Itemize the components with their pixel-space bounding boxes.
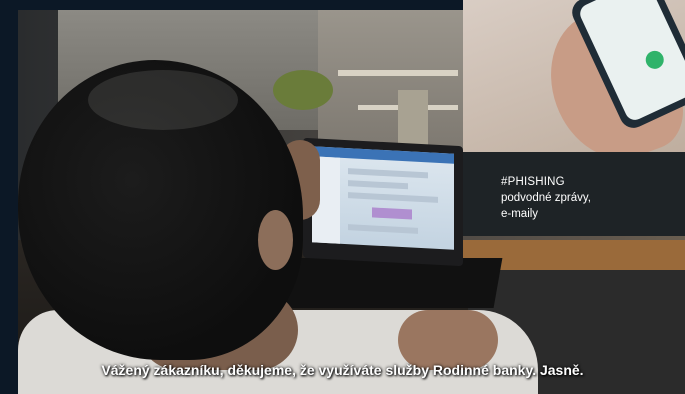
- call-button-icon: [642, 47, 667, 72]
- lamp: [398, 90, 428, 150]
- laptop-keyboard: [283, 258, 503, 308]
- background-wall-right: [318, 10, 468, 160]
- video-frame: #PHISHING podvodné zprávy, e-maily Vážen…: [0, 0, 685, 394]
- topic-caption-box: #PHISHING podvodné zprávy, e-maily: [463, 152, 685, 236]
- phone-inset-image: [463, 0, 685, 152]
- email-row: [348, 192, 438, 203]
- hashtag-label: #PHISHING: [501, 176, 565, 188]
- email-row: [348, 168, 428, 179]
- person-ear: [258, 210, 293, 270]
- email-row: [348, 180, 408, 190]
- person-hand: [398, 310, 498, 370]
- hair-highlight: [88, 70, 238, 130]
- email-highlight: [372, 207, 412, 220]
- wall-shelf: [338, 70, 458, 76]
- subtitle-text: Vážený zákazníku, děkujeme, že využíváte…: [101, 362, 584, 378]
- laptop: [303, 137, 463, 267]
- plant: [273, 70, 333, 110]
- caption-line: e-maily: [501, 208, 539, 220]
- laptop-screen: [312, 146, 454, 250]
- email-row: [348, 224, 418, 234]
- caption-line: podvodné zprávy,: [501, 192, 591, 204]
